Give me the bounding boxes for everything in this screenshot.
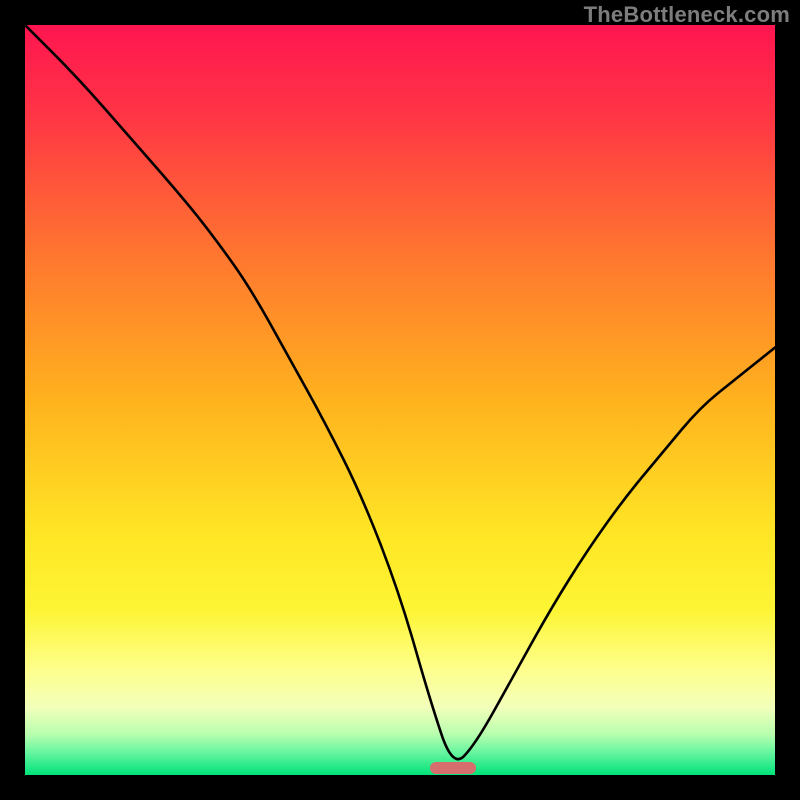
chart-frame: TheBottleneck.com xyxy=(0,0,800,800)
bottleneck-curve xyxy=(25,25,775,775)
optimum-marker xyxy=(430,762,476,774)
plot-area xyxy=(25,25,775,775)
